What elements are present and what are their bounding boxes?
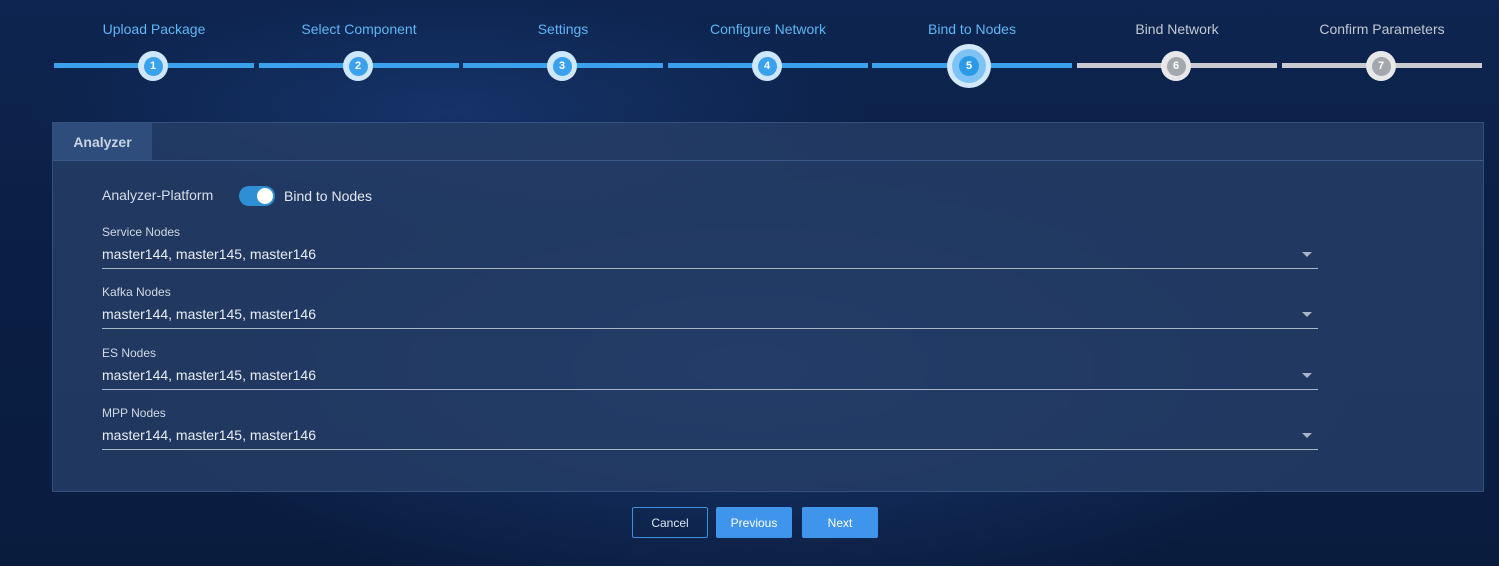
step-number: 2 [348,56,368,76]
step-select-component[interactable]: Select Component 2 [257,0,461,100]
step-label: Select Component [301,21,417,37]
field-value: master144, master145, master146 [102,246,316,262]
bind-to-nodes-label: Bind to Nodes [284,188,372,204]
step-label: Bind Network [1135,21,1219,37]
next-button[interactable]: Next [802,507,878,538]
field-underline [102,389,1318,390]
field-label: MPP Nodes [102,406,166,420]
step-configure-network[interactable]: Configure Network 4 [666,0,870,100]
field-label: ES Nodes [102,346,157,360]
step-number: 3 [552,56,572,76]
step-marker-ring: 5 [952,49,986,83]
step-bind-network[interactable]: Bind Network 6 [1075,0,1279,100]
step-number: 4 [757,56,777,76]
chevron-down-icon[interactable] [1302,433,1312,438]
previous-button[interactable]: Previous [716,507,792,538]
step-marker: 6 [1161,51,1191,81]
step-number: 7 [1371,56,1391,76]
toggle-knob [257,188,273,204]
step-bind-to-nodes[interactable]: Bind to Nodes 5 [870,0,1074,100]
step-settings[interactable]: Settings 3 [461,0,665,100]
field-underline [102,268,1318,269]
field-underline [102,328,1318,329]
step-label: Bind to Nodes [928,21,1016,37]
chevron-down-icon[interactable] [1302,373,1312,378]
analyzer-panel: Analyzer Analyzer-Platform Bind to Nodes… [52,122,1484,492]
step-label: Confirm Parameters [1319,21,1445,37]
step-label: Configure Network [710,21,826,37]
wizard-stepper: Upload Package 1 Select Component 2 Sett… [52,0,1484,100]
cancel-button[interactable]: Cancel [632,507,708,538]
step-number: 6 [1166,56,1186,76]
step-label: Settings [537,21,589,37]
field-label: Kafka Nodes [102,285,171,299]
es-nodes-select[interactable]: ES Nodes master144, master145, master146 [102,346,1318,394]
step-number: 5 [959,56,979,76]
field-value: master144, master145, master146 [102,306,316,322]
step-confirm-parameters[interactable]: Confirm Parameters 7 [1280,0,1484,100]
step-marker: 4 [752,51,782,81]
step-marker: 1 [138,51,168,81]
step-upload-package[interactable]: Upload Package 1 [52,0,256,100]
chevron-down-icon[interactable] [1302,312,1312,317]
field-value: master144, master145, master146 [102,427,316,443]
step-marker: 2 [343,51,373,81]
platform-label: Analyzer-Platform [102,187,214,203]
tab-analyzer[interactable]: Analyzer [53,123,152,160]
mpp-nodes-select[interactable]: MPP Nodes master144, master145, master14… [102,406,1318,454]
step-number: 1 [143,56,163,76]
step-marker-active: 5 [947,44,991,88]
service-nodes-select[interactable]: Service Nodes master144, master145, mast… [102,225,1318,273]
tab-divider [53,160,1483,161]
field-label: Service Nodes [102,225,181,239]
kafka-nodes-select[interactable]: Kafka Nodes master144, master145, master… [102,285,1318,333]
field-underline [102,449,1318,450]
chevron-down-icon[interactable] [1302,252,1312,257]
bind-to-nodes-toggle[interactable] [239,186,275,206]
field-value: master144, master145, master146 [102,367,316,383]
step-label: Upload Package [102,21,206,37]
step-marker: 7 [1366,51,1396,81]
step-marker: 3 [547,51,577,81]
